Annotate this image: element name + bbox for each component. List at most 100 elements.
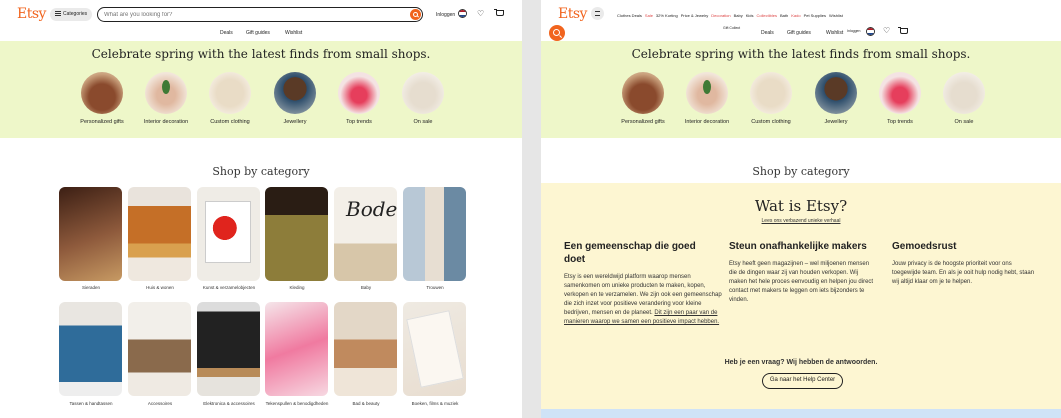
category-tile-baby[interactable]: Bode xyxy=(334,187,397,281)
nav-item[interactable]: Kids xyxy=(746,13,754,18)
circle-label: Jewellery xyxy=(824,119,848,125)
nav-item[interactable]: 32% Korting xyxy=(656,13,678,18)
circle-label: Interior decoration xyxy=(684,119,730,125)
circle-jewellery[interactable] xyxy=(274,72,316,114)
category-tile-kleding[interactable] xyxy=(265,187,328,281)
search-icon[interactable] xyxy=(410,9,421,20)
nav-item[interactable]: Pet Supplies xyxy=(804,13,826,18)
categories-button[interactable]: Categories xyxy=(50,8,93,21)
help-center-button[interactable]: Ga naar het Help Center xyxy=(762,373,843,389)
category-label: Huis & wonen xyxy=(146,285,174,290)
etsy-logo[interactable]: Etsy xyxy=(17,6,46,22)
left-page: Etsy Categories Inloggen ♡ Deals Gift gu… xyxy=(0,0,522,418)
circle-label: Personalized gifts xyxy=(80,119,124,125)
about-col-body: Etsy is een wereldwijd platform waarop m… xyxy=(564,273,722,327)
subnav-gift-guides[interactable]: Gift guides xyxy=(246,30,270,36)
category-label: Tekenspullen & benodigdheden xyxy=(265,401,329,406)
circle-on-sale[interactable] xyxy=(402,72,444,114)
login-link[interactable]: Inloggen xyxy=(436,12,455,18)
poster-frame xyxy=(205,201,251,263)
category-label: Kleding xyxy=(289,285,305,290)
circle-label: Personalized gifts xyxy=(621,119,665,125)
category-label: Tassen & handtassen xyxy=(69,401,113,406)
nav-item[interactable]: Wishlist xyxy=(829,13,843,18)
plant-icon xyxy=(703,80,711,94)
about-title: Wat is Etsy? xyxy=(754,197,848,215)
category-tile-tekenspullen[interactable] xyxy=(265,302,328,396)
nav-item[interactable]: Baby xyxy=(734,13,743,18)
circle-interior-decoration[interactable] xyxy=(686,72,728,114)
etsy-logo[interactable]: Etsy xyxy=(558,6,587,22)
subnav-deals[interactable]: Deals xyxy=(220,30,233,36)
nav-item[interactable]: Clothes Deals xyxy=(617,13,642,18)
cart-icon[interactable] xyxy=(494,9,504,16)
circle-label: Jewellery xyxy=(283,119,307,125)
circle-label: On sale xyxy=(954,119,974,125)
search-icon[interactable] xyxy=(549,25,565,41)
category-tile-huis-wonen[interactable] xyxy=(128,187,191,281)
category-label: Accessoires xyxy=(147,401,173,406)
circle-label: On sale xyxy=(413,119,433,125)
search-input[interactable] xyxy=(104,10,384,19)
hero-text: Celebrate spring with the latest finds f… xyxy=(91,47,431,61)
flag-nl-icon[interactable] xyxy=(866,27,875,36)
circle-custom-clothing[interactable] xyxy=(209,72,251,114)
category-tile-elektronica[interactable] xyxy=(197,302,260,396)
subnav-wishlist[interactable]: Wishlist xyxy=(285,30,302,36)
hero-text: Celebrate spring with the latest finds f… xyxy=(631,47,971,61)
category-label: Baby xyxy=(360,285,372,290)
circle-personalized-gifts[interactable] xyxy=(622,72,664,114)
nav-item[interactable]: Collectibles xyxy=(757,13,777,18)
poppies-art xyxy=(212,216,244,246)
about-col-title: Gemoedsrust xyxy=(892,241,957,252)
category-tile-tassen[interactable] xyxy=(59,302,122,396)
cart-icon[interactable] xyxy=(898,27,908,34)
category-tile-trouwen[interactable] xyxy=(403,187,466,281)
header: Etsy Clothes Deals Sale 32% Korting Price &… xyxy=(541,0,1061,36)
about-col-title: Steun onafhankelijke makers xyxy=(729,241,867,252)
about-col-title: Een gemeenschap die goed doet xyxy=(564,241,696,265)
circle-label: Custom clothing xyxy=(751,119,791,125)
circle-on-sale[interactable] xyxy=(943,72,985,114)
category-label: Sieraden xyxy=(81,285,100,290)
categories-button-label: Categories xyxy=(63,11,88,17)
nav-item[interactable]: Price & Jewelry xyxy=(681,13,709,18)
circle-custom-clothing[interactable] xyxy=(750,72,792,114)
top-nav: Clothes Deals Sale 32% Korting Price & Jewe… xyxy=(617,13,846,18)
login-link[interactable]: Inloggen xyxy=(847,29,860,33)
about-story-link[interactable]: Lees ons verbazend unieke verhaal xyxy=(541,218,1061,224)
category-tile-bad-beauty[interactable] xyxy=(334,302,397,396)
circle-label: Interior decoration xyxy=(143,119,189,125)
category-tile-accessoires[interactable] xyxy=(128,302,191,396)
shop-by-category-title: Shop by category xyxy=(752,165,850,178)
nav-item[interactable]: Kado xyxy=(791,13,800,18)
subnav-deals[interactable]: Deals xyxy=(761,30,774,36)
subnav-wishlist[interactable]: Wishlist xyxy=(826,30,843,36)
gift-collect-link[interactable]: Gift Collect xyxy=(723,26,740,30)
heart-icon[interactable]: ♡ xyxy=(883,27,890,35)
heart-icon[interactable]: ♡ xyxy=(477,10,484,18)
circle-label: Custom clothing xyxy=(210,119,250,125)
about-col-body: Jouw privacy is de hoogste prioriteit vo… xyxy=(892,261,1035,285)
circle-interior-decoration[interactable] xyxy=(145,72,187,114)
category-tile-kunst[interactable] xyxy=(197,187,260,281)
category-label: Bad & beauty xyxy=(352,401,380,406)
circle-jewellery[interactable] xyxy=(815,72,857,114)
menu-icon xyxy=(55,11,61,16)
faq-heading: Heb je een vraag? Wij hebben de antwoord… xyxy=(724,359,878,366)
menu-icon[interactable] xyxy=(591,7,604,20)
right-page: Etsy Clothes Deals Sale 32% Korting Price &… xyxy=(541,0,1061,418)
subnav-gift-guides[interactable]: Gift guides xyxy=(787,30,811,36)
nav-item[interactable]: Bath xyxy=(780,13,788,18)
flag-nl-icon[interactable] xyxy=(458,9,467,18)
category-label: Elektronica & accessoires xyxy=(203,401,255,406)
circle-top-trends[interactable] xyxy=(338,72,380,114)
nav-item[interactable]: Sale xyxy=(645,13,653,18)
circle-top-trends[interactable] xyxy=(879,72,921,114)
category-label: Trouwen xyxy=(426,285,444,290)
nav-item[interactable]: Decoration xyxy=(711,13,730,18)
notebook xyxy=(406,310,464,388)
category-tile-sieraden[interactable] xyxy=(59,187,122,281)
category-tile-boeken[interactable] xyxy=(403,302,466,396)
circle-personalized-gifts[interactable] xyxy=(81,72,123,114)
